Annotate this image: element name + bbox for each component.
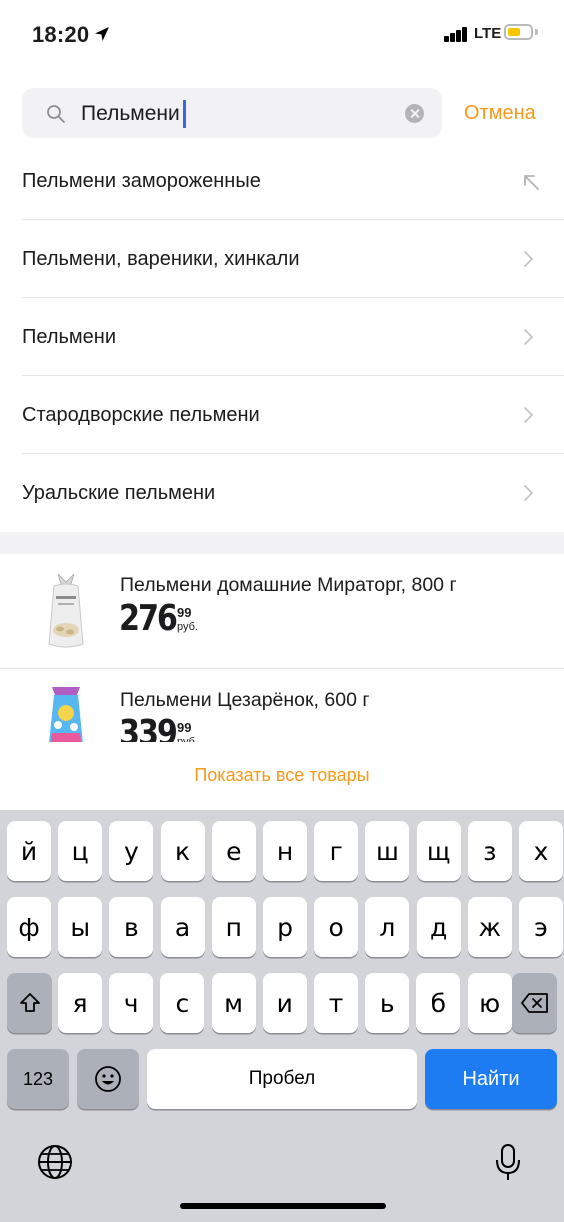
product-price-rub: 276	[119, 598, 178, 639]
show-all-products-link[interactable]: Показать все товары	[0, 765, 564, 786]
key-я[interactable]: я	[58, 973, 102, 1033]
key-э[interactable]: э	[519, 897, 563, 957]
product-currency: руб.	[177, 621, 198, 633]
key-ц[interactable]: ц	[58, 821, 103, 881]
backspace-key[interactable]	[512, 973, 557, 1033]
product-item[interactable]: Пельмени домашние Мираторг, 800 г 276 99…	[0, 554, 564, 668]
suggestion-label: Пельмени	[22, 326, 117, 348]
key-м[interactable]: м	[211, 973, 256, 1033]
product-price-kop: 99	[177, 720, 192, 735]
status-time: 18:20	[32, 22, 90, 47]
chevron-right-icon	[524, 485, 533, 501]
product-image	[48, 573, 84, 648]
status-bar: 18:20 LTE	[0, 0, 564, 70]
key-ш[interactable]: ш	[365, 821, 410, 881]
microphone-icon[interactable]	[494, 1143, 522, 1183]
key-т[interactable]: т	[314, 973, 358, 1033]
shift-icon	[19, 993, 40, 1012]
globe-icon[interactable]	[36, 1143, 74, 1181]
key-к[interactable]: к	[160, 821, 205, 881]
key-з[interactable]: з	[467, 821, 512, 881]
suggestion-item[interactable]: Стародворские пельмени	[0, 376, 564, 454]
key-у[interactable]: у	[109, 821, 154, 881]
chevron-right-icon	[524, 329, 533, 345]
suggestion-item[interactable]: Пельмени	[0, 298, 564, 376]
suggestion-item[interactable]: Пельмени, вареники, хинкали	[0, 220, 564, 298]
key-ф[interactable]: ф	[7, 897, 51, 957]
product-name: Пельмени Цезарёнок, 600 г	[120, 689, 370, 711]
key-с[interactable]: с	[160, 973, 205, 1033]
key-ж[interactable]: ж	[467, 897, 512, 957]
network-type: LTE	[474, 25, 502, 42]
list-clip-mask	[0, 742, 564, 760]
arrow-up-left-icon[interactable]	[520, 171, 542, 193]
key-ю[interactable]: ю	[467, 973, 512, 1033]
battery-tip	[535, 29, 538, 35]
signal-icon	[444, 26, 470, 42]
suggestion-label: Пельмени замороженные	[22, 170, 261, 192]
home-indicator	[180, 1203, 386, 1209]
search-icon	[47, 105, 65, 123]
chevron-right-icon	[524, 251, 533, 267]
key-в[interactable]: в	[109, 897, 154, 957]
location-arrow-icon	[95, 27, 109, 41]
numbers-key[interactable]: 123	[7, 1049, 69, 1109]
key-ь[interactable]: ь	[365, 973, 410, 1033]
search-submit-button[interactable]: Найти	[425, 1049, 557, 1109]
product-name: Пельмени домашние Мираторг, 800 г	[120, 574, 457, 596]
suggestion-label: Пельмени, вареники, хинкали	[22, 248, 300, 270]
key-л[interactable]: л	[365, 897, 410, 957]
emoji-key[interactable]	[77, 1049, 139, 1109]
backspace-icon	[520, 993, 548, 1013]
key-а[interactable]: а	[160, 897, 205, 957]
suggestion-item[interactable]: Уральские пельмени	[0, 454, 564, 532]
chevron-right-icon	[524, 407, 533, 423]
suggestion-list: Пельмени замороженные Пельмени, вареники…	[0, 142, 564, 532]
key-ы[interactable]: ы	[58, 897, 103, 957]
key-д[interactable]: д	[416, 897, 461, 957]
key-б[interactable]: б	[416, 973, 461, 1033]
key-о[interactable]: о	[314, 897, 359, 957]
space-key[interactable]: Пробел	[147, 1049, 417, 1109]
suggestion-label: Стародворские пельмени	[22, 404, 260, 426]
key-г[interactable]: г	[314, 821, 359, 881]
emoji-icon	[95, 1066, 121, 1092]
key-й[interactable]: й	[7, 821, 51, 881]
product-price-kop: 99	[177, 605, 192, 620]
section-separator	[0, 532, 564, 554]
key-р[interactable]: р	[263, 897, 307, 957]
suggestion-item[interactable]: Пельмени замороженные	[0, 142, 564, 220]
suggestion-label: Уральские пельмени	[22, 482, 216, 504]
battery-icon	[504, 24, 533, 40]
key-п[interactable]: п	[211, 897, 256, 957]
text-caret	[183, 100, 186, 128]
search-input[interactable]	[81, 98, 391, 130]
key-н[interactable]: н	[263, 821, 307, 881]
key-и[interactable]: и	[262, 973, 307, 1033]
key-х[interactable]: х	[519, 821, 563, 881]
cancel-button[interactable]: Отмена	[464, 102, 536, 125]
key-щ[interactable]: щ	[416, 821, 461, 881]
key-е[interactable]: е	[211, 821, 256, 881]
key-ч[interactable]: ч	[109, 973, 154, 1033]
shift-key[interactable]	[7, 973, 52, 1033]
clear-search-icon[interactable]	[405, 104, 424, 123]
